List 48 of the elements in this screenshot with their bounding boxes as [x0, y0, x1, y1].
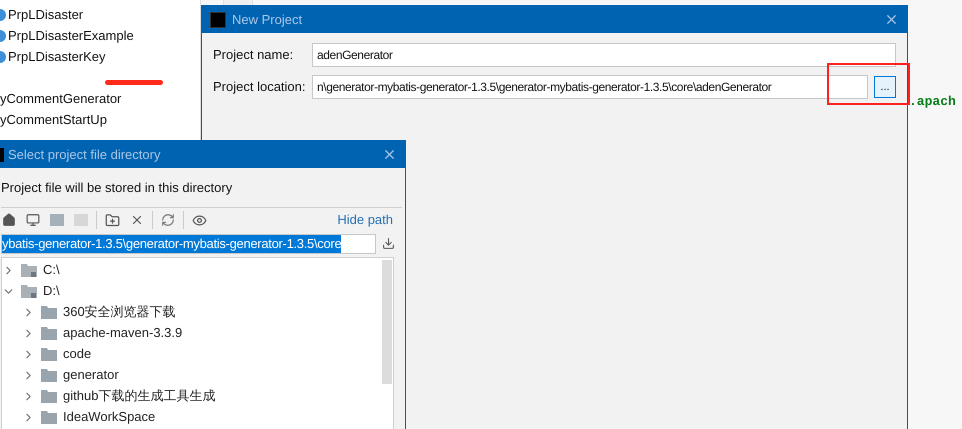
- drive-icon: [21, 263, 37, 277]
- new-folder-icon[interactable]: [105, 212, 120, 228]
- input-field[interactable]: n\generator-mybatis-generator-1.3.5\generator-mybatis-generator-1.3.5\core\adenGenerator: [312, 75, 868, 99]
- folder-icon: [41, 410, 57, 424]
- tree-item[interactable]: 360安全浏览器下载: [63, 302, 176, 322]
- class-icon: [0, 30, 6, 42]
- tree-item[interactable]: code: [63, 344, 92, 364]
- field-label: Project location:: [213, 78, 306, 96]
- input-field[interactable]: adenGenerator: [312, 43, 896, 67]
- tree-item[interactable]: PrpLDisasterExample: [8, 26, 134, 46]
- app-icon: [210, 12, 226, 28]
- underline-mark: [105, 80, 163, 85]
- tree-item[interactable]: D:\: [43, 281, 60, 301]
- tree-item[interactable]: IdeaWorkSpace: [63, 407, 156, 427]
- scrollbar[interactable]: [382, 260, 392, 384]
- tree-item[interactable]: PrpLDisasterKey: [8, 46, 106, 66]
- download-icon[interactable]: [382, 237, 395, 250]
- window-title: Select project file directory: [8, 146, 160, 164]
- class-icon: [0, 8, 6, 20]
- tree-item[interactable]: C:\: [43, 260, 60, 280]
- path-field[interactable]: ybatis-generator-1.3.5\generator-mybatis-generator-1.3.5\core: [1, 234, 376, 254]
- close-icon[interactable]: [382, 147, 397, 162]
- tree-item[interactable]: apache-maven-3.3.9: [63, 323, 182, 343]
- window-title: New Project: [232, 10, 302, 29]
- folder-icon: [41, 306, 57, 318]
- path-text: ybatis-generator-1.3.5\generator-mybatis-generator-1.3.5\core: [2, 234, 342, 252]
- drive-icon: [21, 284, 37, 298]
- folder-icon: [41, 326, 57, 340]
- field-label: Project name:: [213, 46, 294, 64]
- code-fragment: .apach: [909, 93, 956, 111]
- description-text: Project file will be stored in this directory: [0, 179, 234, 197]
- home-icon[interactable]: [2, 213, 16, 227]
- tree-item[interactable]: PrpLDisaster: [8, 4, 84, 24]
- close-icon[interactable]: [884, 12, 899, 27]
- browse-button[interactable]: ...: [874, 76, 896, 98]
- folder-icon: [41, 368, 57, 382]
- hide-path-link[interactable]: Hide path: [337, 210, 393, 230]
- folder-icon: [41, 390, 57, 402]
- tree-item[interactable]: github下载的生成工具生成: [63, 386, 216, 406]
- folder-icon: [41, 348, 57, 360]
- tree-item[interactable]: yCommentStartUp: [0, 110, 107, 130]
- show-hidden-icon[interactable]: [192, 212, 207, 228]
- desktop-icon[interactable]: [26, 213, 40, 227]
- class-icon: [0, 50, 6, 62]
- refresh-icon[interactable]: [161, 213, 175, 227]
- tree-item[interactable]: generator: [63, 365, 119, 385]
- delete-icon[interactable]: [130, 213, 144, 227]
- tree-item[interactable]: yCommentGenerator: [0, 88, 122, 108]
